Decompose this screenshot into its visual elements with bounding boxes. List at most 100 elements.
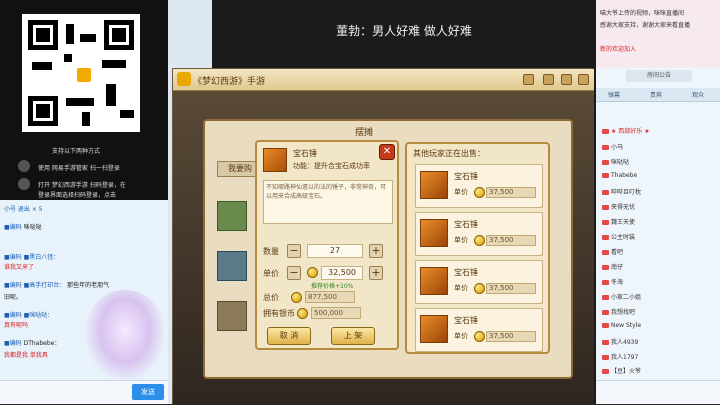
right-footer: [596, 380, 720, 404]
gem-hammer-icon: [263, 148, 287, 172]
item-slot-icon[interactable]: [217, 251, 247, 281]
room-info-line: 喵大爷上传的视频，咪咪直播间: [600, 10, 685, 17]
list-item[interactable]: 宝石锤 单价 37,500: [415, 260, 543, 304]
minimize-icon[interactable]: [543, 74, 554, 85]
list-button[interactable]: 上 架: [331, 327, 375, 345]
coin-icon: [307, 267, 318, 278]
coin-icon: [474, 331, 485, 342]
price-input[interactable]: 32,500: [321, 266, 363, 280]
total-value: 877,500: [305, 291, 355, 303]
item-slot-icon[interactable]: [217, 201, 247, 231]
user-item[interactable]: Thabebe: [602, 172, 637, 179]
chat-line: 我都是我 单我具: [4, 352, 48, 359]
owned-value: 500,000: [311, 307, 361, 319]
user-item[interactable]: 【豆】火爷: [602, 366, 641, 375]
tab-vip[interactable]: 贵宾: [650, 90, 662, 99]
user-item[interactable]: 看吧: [602, 247, 623, 256]
user-item[interactable]: 咪哒哒: [602, 157, 629, 166]
coin-icon: [297, 308, 308, 319]
login-line-1: 使用 网易手游管家 扫一扫登录: [38, 165, 120, 172]
qr-code: [22, 14, 140, 132]
game-icon: [18, 178, 30, 190]
room-notice-button[interactable]: 房间公告: [626, 70, 692, 82]
recommend-note: 推荐价格+10%: [311, 283, 354, 290]
qr-login-box: 支持以下两种方式 使用 网易手游管家 扫一扫登录 打开 梦幻西游手游 扫码登录，…: [0, 0, 168, 200]
qty-plus-button[interactable]: +: [369, 244, 383, 258]
close-icon[interactable]: [578, 74, 589, 85]
user-item[interactable]: 冬海: [602, 277, 623, 286]
owned-label: 拥有银币: [263, 309, 295, 318]
user-item[interactable]: 我想找吧: [602, 307, 635, 316]
anime-avatar-image: [86, 290, 164, 380]
settings-icon[interactable]: [561, 74, 572, 85]
stall-title: 摆摊: [355, 128, 374, 138]
user-item[interactable]: 魏王天使: [602, 217, 635, 226]
login-line-2: 打开 梦幻西游手游 扫码登录，在: [38, 182, 126, 189]
login-line-3: 登录界面选择扫码登录，点击: [38, 192, 117, 199]
coin-icon: [474, 235, 485, 246]
list-item[interactable]: 宝石锤 单价 37,500: [415, 308, 543, 352]
coin-icon: [291, 292, 302, 303]
chat-line: ■编码 DThabebe：: [4, 340, 61, 347]
chat-line: ■编码 ■咪哒哒：: [4, 312, 54, 319]
gem-hammer-icon: [420, 315, 448, 343]
video-subtitle: 董勃：男人好难 做人好难: [336, 24, 472, 38]
user-item[interactable]: 我人4939: [602, 337, 638, 346]
user-item[interactable]: 小家二小姐: [602, 292, 641, 301]
item-name: 宝石锤: [293, 149, 317, 158]
send-button[interactable]: 发送: [132, 384, 164, 400]
user-item[interactable]: 公主时装: [602, 232, 635, 241]
coin-icon: [474, 187, 485, 198]
qr-logo-icon: [75, 66, 93, 84]
gem-hammer-icon: [420, 267, 448, 295]
item-description: 不知哪路神仙遗以的法的锤子，非常神奇，可以用来合成高级宝石。: [263, 180, 393, 224]
cancel-button[interactable]: 取 消: [267, 327, 311, 345]
lock-icon[interactable]: [523, 74, 534, 85]
qty-minus-button[interactable]: −: [287, 244, 301, 258]
gem-hammer-icon: [420, 171, 448, 199]
user-item[interactable]: 我人1797: [602, 352, 638, 361]
other-sellers-panel: 其他玩家正在出售： 宝石锤 单价 37,500 宝石锤 单价 37,500 宝石…: [405, 142, 550, 354]
chat-line: ■编码 咪哒哒: [4, 224, 42, 231]
list-item[interactable]: 宝石锤 单价 37,500: [415, 212, 543, 256]
user-item[interactable]: 哔哔且叮枕: [602, 187, 641, 196]
user-item[interactable]: 夹得无忧: [602, 202, 635, 211]
tab-danmu[interactable]: 弹幕: [608, 90, 620, 99]
gem-hammer-icon: [420, 219, 448, 247]
total-label: 总价: [263, 293, 279, 302]
close-icon[interactable]: ✕: [379, 144, 395, 160]
room-info-line: 新的欢迎加入: [600, 46, 637, 53]
room-info-line: 感谢大家支持，谢谢大家来看直播: [600, 22, 691, 29]
price-plus-button[interactable]: +: [369, 266, 383, 280]
list-item[interactable]: 宝石锤 单价 37,500: [415, 164, 543, 208]
user-item[interactable]: 小马: [602, 142, 623, 151]
game-logo-icon: [177, 72, 191, 86]
chat-toolbar[interactable]: 小号 退出 × 5: [4, 204, 43, 213]
user-item[interactable]: 南仔: [602, 262, 623, 271]
chat-line: 真有呢吗: [4, 322, 29, 329]
phone-icon: [18, 160, 30, 172]
item-function: 功能：提升合宝石成功率: [293, 162, 370, 170]
price-label: 单价: [263, 269, 279, 278]
chat-line: ■编码 ■黑白八怪：: [4, 254, 60, 261]
chat-line: 旧呢。: [4, 294, 23, 301]
chat-line: ■编码 ■高手打印台： 那些年的老朋气: [4, 282, 110, 289]
coin-icon: [474, 283, 485, 294]
item-slot-icon[interactable]: [217, 301, 247, 331]
qty-label: 数量: [263, 247, 279, 256]
listing-popup: 宝石锤 功能：提升合宝石成功率 ✕ 不知哪路神仙遗以的法的锤子，非常神奇，可以用…: [255, 140, 399, 350]
left-panel: 支持以下两种方式 使用 网易手游管家 扫一扫登录 打开 梦幻西游手游 扫码登录，…: [0, 0, 168, 404]
user-item[interactable]: ★ 西部好乐 ★: [602, 126, 650, 135]
price-minus-button[interactable]: −: [287, 266, 301, 280]
user-item[interactable]: New Style: [602, 322, 641, 329]
right-panel: 喵大爷上传的视频，咪咪直播间 感谢大家支持，谢谢大家来看直播 新的欢迎加入 房间…: [596, 0, 720, 404]
game-title: 《梦幻西游》手游: [193, 77, 266, 87]
qr-caption: 支持以下两种方式: [52, 148, 101, 155]
qty-input[interactable]: 27: [307, 244, 363, 258]
chat-line: 谁我又来了: [4, 264, 35, 271]
tab-audience[interactable]: 观众: [692, 90, 704, 99]
game-titlebar: 《梦幻西游》手游: [173, 69, 594, 91]
room-info: 喵大爷上传的视频，咪咪直播间 感谢大家支持，谢谢大家来看直播 新的欢迎加入: [596, 0, 720, 68]
other-sellers-title: 其他玩家正在出售：: [413, 149, 485, 158]
right-tabs: 弹幕 贵宾 观众: [596, 88, 720, 102]
